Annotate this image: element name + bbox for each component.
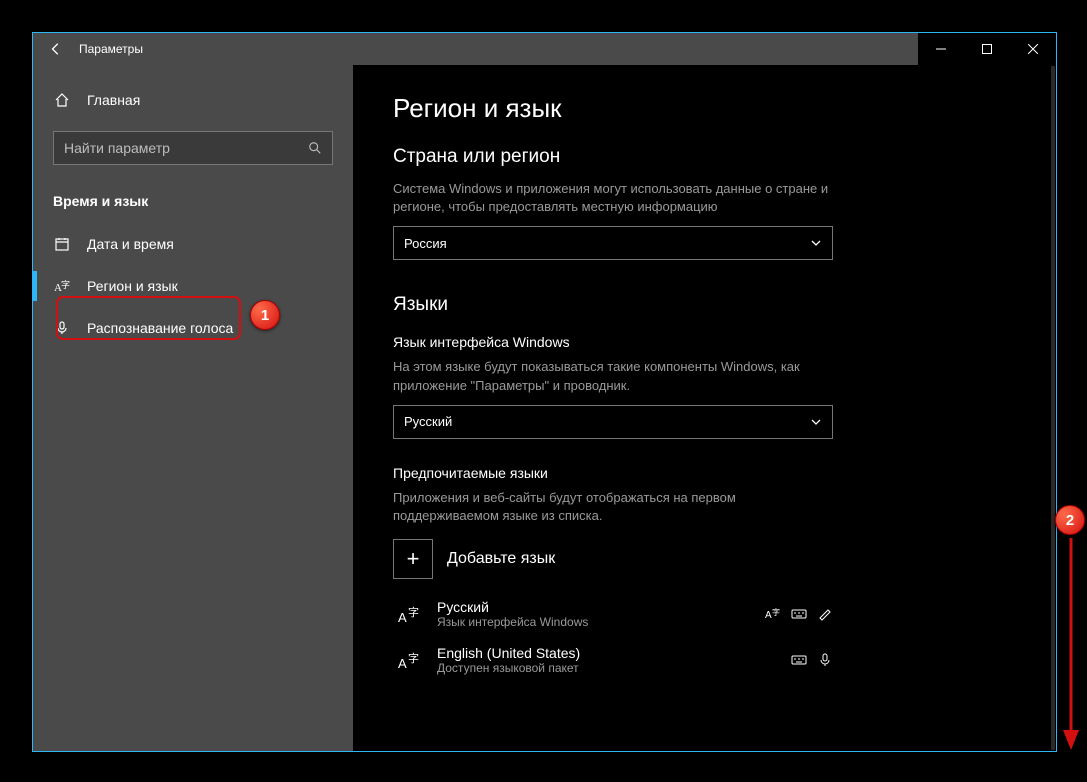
- search-input[interactable]: Найти параметр: [53, 131, 333, 165]
- maximize-icon: [982, 44, 992, 54]
- language-glyph-icon: A字: [395, 647, 423, 675]
- region-value: Россия: [404, 236, 447, 251]
- svg-text:A: A: [398, 656, 407, 671]
- keyboard-icon: [791, 652, 807, 668]
- microphone-icon: [53, 319, 71, 337]
- region-desc: Система Windows и приложения могут испол…: [393, 180, 833, 216]
- home-icon: [53, 91, 71, 109]
- keyboard-icon: [791, 606, 807, 622]
- annotation-badge-2: 2: [1055, 505, 1085, 535]
- svg-text:字: 字: [772, 607, 780, 617]
- language-item-english[interactable]: A字 English (United States) Доступен язык…: [393, 637, 833, 683]
- maximize-button[interactable]: [964, 33, 1010, 65]
- content-scrollbar[interactable]: [1051, 66, 1055, 750]
- minimize-button[interactable]: [918, 33, 964, 65]
- annotation-arrow-2: [1061, 538, 1081, 753]
- sidebar-item-label: Регион и язык: [87, 278, 178, 294]
- sidebar-item-label: Дата и время: [87, 236, 174, 252]
- region-heading: Страна или регион: [393, 146, 1016, 168]
- language-name: Русский: [437, 599, 588, 615]
- preferred-label: Предпочитаемые языки: [393, 465, 1016, 481]
- sidebar-item-region-language[interactable]: A字 Регион и язык: [33, 265, 353, 307]
- handwriting-icon: [817, 606, 833, 622]
- language-sub: Доступен языковой пакет: [437, 661, 580, 675]
- page-title: Регион и язык: [393, 93, 1016, 124]
- chevron-down-icon: [810, 237, 822, 249]
- close-button[interactable]: [1010, 33, 1056, 65]
- calendar-icon: [53, 235, 71, 253]
- preferred-desc: Приложения и веб-сайты будут отображатьс…: [393, 489, 833, 525]
- language-glyph-icon: A字: [395, 601, 423, 629]
- language-item-russian[interactable]: A字 Русский Язык интерфейса Windows A字: [393, 591, 833, 637]
- svg-text:字: 字: [408, 651, 419, 665]
- language-icon: A字: [53, 277, 71, 295]
- sidebar-item-date-time[interactable]: Дата и время: [33, 223, 353, 265]
- chevron-down-icon: [810, 416, 822, 428]
- close-icon: [1028, 44, 1038, 54]
- search-placeholder: Найти параметр: [64, 140, 170, 156]
- add-language-label: Добавьте язык: [447, 550, 555, 568]
- home-link[interactable]: Главная: [33, 83, 353, 117]
- region-dropdown[interactable]: Россия: [393, 226, 833, 260]
- svg-text:A: A: [765, 610, 772, 621]
- plus-icon: +: [393, 539, 433, 579]
- titlebar: Параметры: [33, 33, 1056, 65]
- search-icon: [308, 141, 322, 155]
- sidebar: Главная Найти параметр Время и язык Дата…: [33, 65, 353, 751]
- language-sub: Язык интерфейса Windows: [437, 615, 588, 629]
- sidebar-item-label: Распознавание голоса: [87, 320, 233, 336]
- svg-text:A: A: [398, 610, 407, 625]
- window-title: Параметры: [79, 42, 143, 56]
- sidebar-item-speech[interactable]: Распознавание голоса: [33, 307, 353, 349]
- display-lang-label: Язык интерфейса Windows: [393, 334, 1016, 350]
- display-lang-desc: На этом языке будут показываться такие к…: [393, 358, 833, 394]
- sidebar-section: Время и язык: [33, 183, 353, 223]
- languages-heading: Языки: [393, 294, 1016, 316]
- arrow-left-icon: [49, 42, 63, 56]
- add-language-button[interactable]: + Добавьте язык: [393, 539, 1016, 579]
- home-label: Главная: [87, 92, 140, 108]
- settings-window: Параметры Главная Найти параметр: [32, 32, 1057, 752]
- voice-icon: [817, 652, 833, 668]
- svg-text:字: 字: [408, 605, 419, 619]
- display-lang-dropdown[interactable]: Русский: [393, 405, 833, 439]
- language-name: English (United States): [437, 645, 580, 661]
- back-button[interactable]: [33, 33, 79, 65]
- minimize-icon: [936, 44, 946, 54]
- window-body: Главная Найти параметр Время и язык Дата…: [33, 65, 1056, 751]
- svg-text:字: 字: [61, 279, 70, 290]
- display-pack-icon: A字: [765, 606, 781, 622]
- display-lang-value: Русский: [404, 414, 452, 429]
- content-pane: Регион и язык Страна или регион Система …: [353, 65, 1056, 751]
- window-controls: [918, 33, 1056, 65]
